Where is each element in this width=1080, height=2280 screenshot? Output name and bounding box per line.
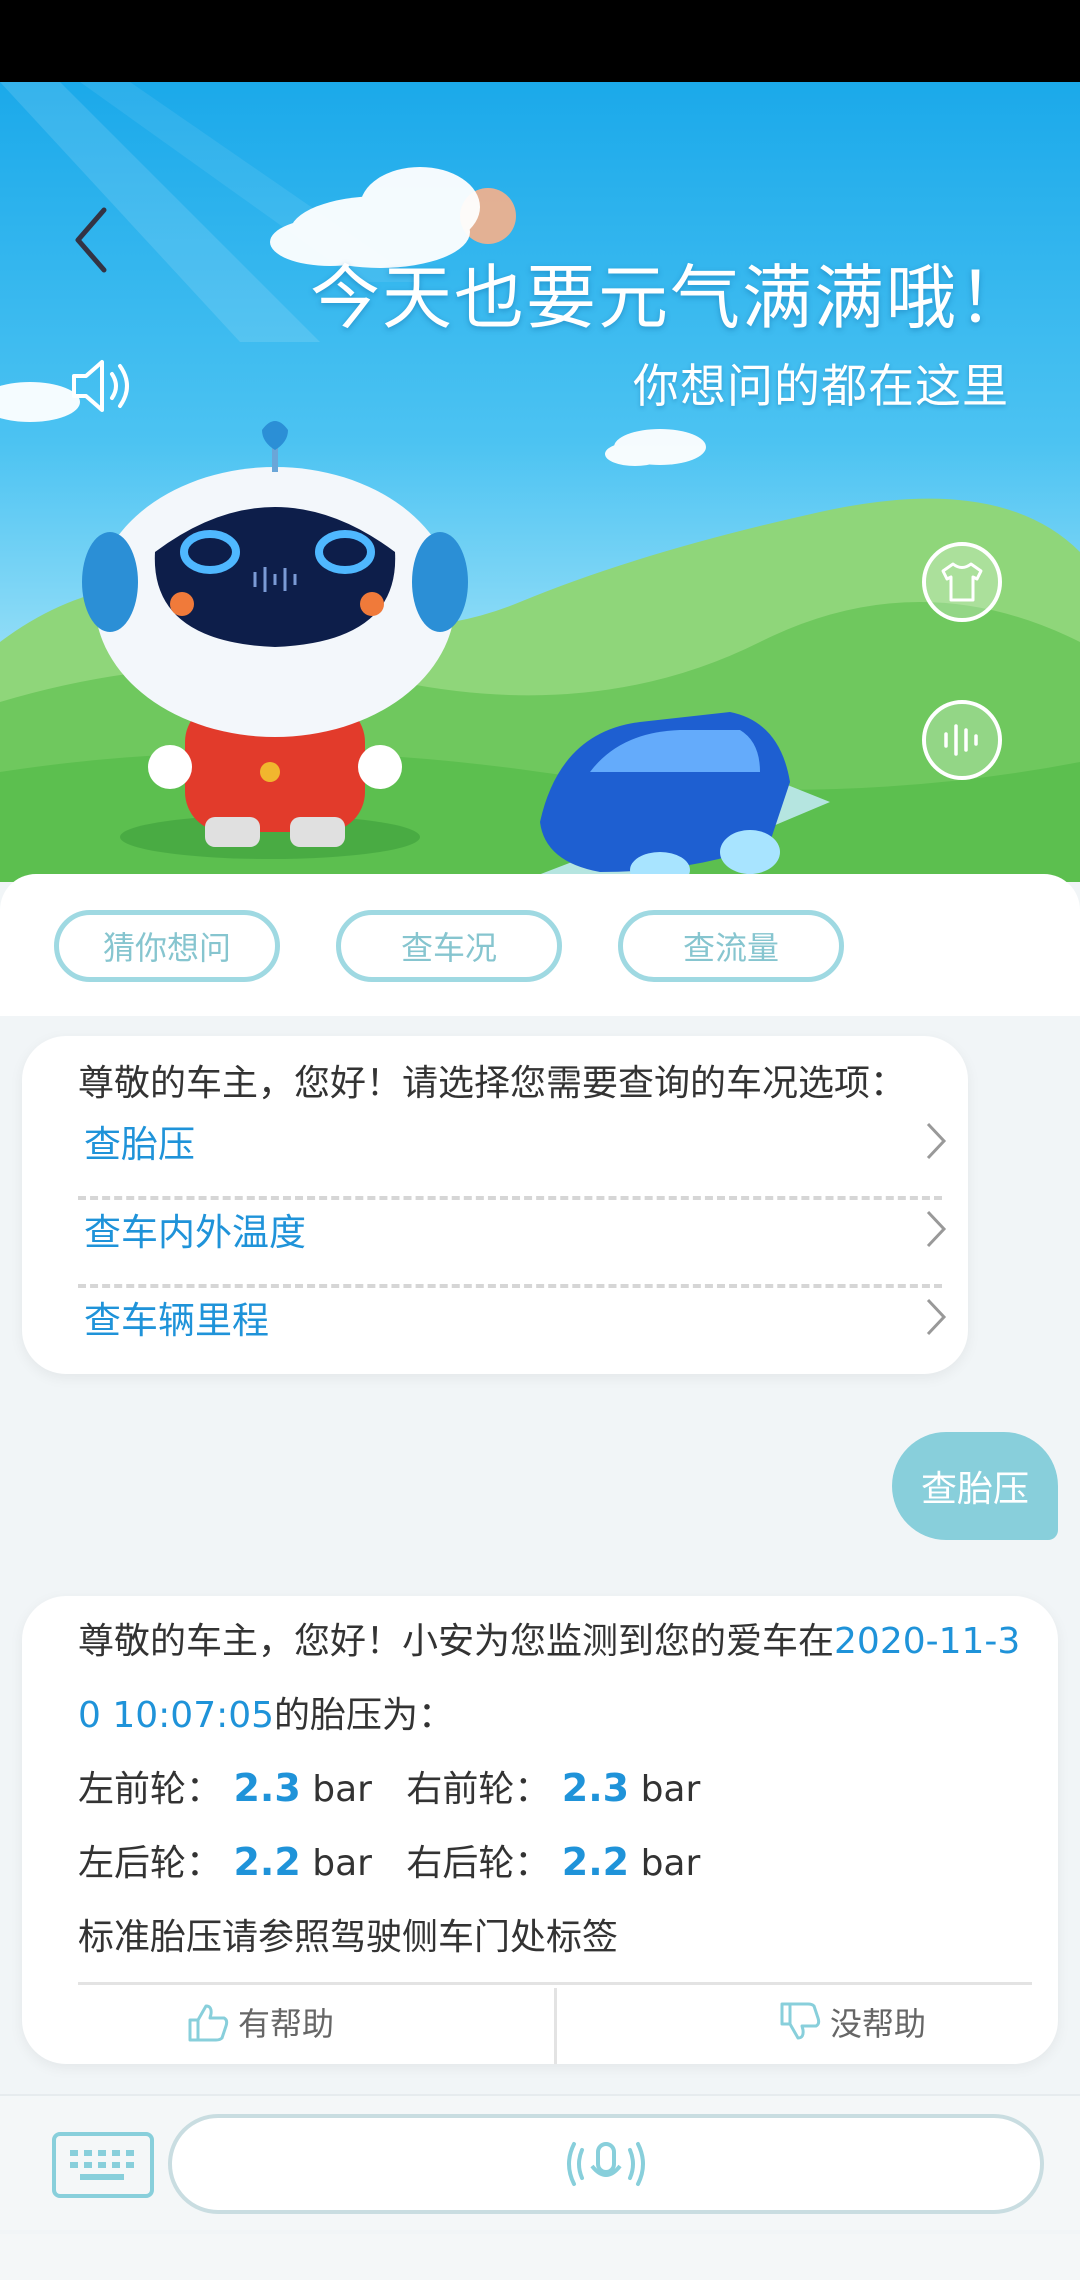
rear-left-value: 2.2 (233, 1840, 301, 1884)
reply-line-2: 0 10:07:05的胎压为： (78, 1686, 454, 1738)
divider (554, 1988, 557, 2064)
status-bar (0, 0, 1080, 82)
keyboard-toggle-button[interactable] (52, 2132, 154, 2198)
not-helpful-button[interactable]: 没帮助 (778, 1992, 926, 2052)
front-tires-row: 左前轮： 2.3 bar 右前轮： 2.3 bar (78, 1760, 700, 1812)
reply-text: 的胎压为： (274, 1695, 455, 1736)
voice-mode-button[interactable] (922, 700, 1002, 780)
not-helpful-label: 没帮助 (830, 2005, 927, 2043)
system-nav-bar (0, 2234, 1080, 2280)
user-message-bubble: 查胎压 (892, 1432, 1058, 1540)
reply-note: 标准胎压请参照驾驶侧车门处标签 (78, 1917, 619, 1958)
front-left-value: 2.3 (233, 1766, 301, 1810)
reply-line-1: 尊敬的车主，您好！小安为您监测到您的爱车在2020-11-3 (78, 1612, 1020, 1664)
shirt-icon (941, 562, 983, 602)
helpful-label: 有帮助 (238, 2005, 335, 2043)
thumbs-down-icon (780, 2002, 821, 2040)
hero-scenery (0, 82, 1080, 882)
chevron-right-icon (926, 1122, 947, 1160)
option-tire-pressure[interactable]: 查胎压 (78, 1098, 962, 1184)
divider (78, 1982, 1032, 1985)
unit: bar (312, 1843, 372, 1884)
option-mileage[interactable]: 查车辆里程 (78, 1274, 962, 1360)
tab-guess-question[interactable]: 猜你想问 (54, 910, 280, 982)
reply-text: 尊敬的车主，您好！小安为您监测到您的爱车在 (78, 1621, 835, 1662)
unit: bar (640, 1769, 701, 1810)
hero-subtitle: 你想问的都在这里 (633, 359, 1009, 413)
bot-reply-message: 尊敬的车主，您好！小安为您监测到您的爱车在2020-11-3 0 10:07:0… (22, 1596, 1058, 2064)
thumbs-up-icon (188, 2004, 229, 2042)
reply-timestamp: 2020-11-3 (834, 1621, 1021, 1662)
tab-check-vehicle[interactable]: 查车况 (336, 910, 562, 982)
option-label: 查车内外温度 (84, 1211, 306, 1254)
voice-wave-icon (944, 724, 978, 756)
unit: bar (312, 1769, 372, 1810)
front-right-label: 右前轮： (406, 1769, 551, 1810)
option-label: 查车辆里程 (84, 1299, 269, 1342)
speaker-icon[interactable] (68, 354, 140, 418)
chevron-right-icon (926, 1298, 947, 1336)
front-left-label: 左前轮： (78, 1769, 223, 1810)
chevron-right-icon (926, 1210, 947, 1248)
unit: bar (640, 1843, 701, 1884)
input-bar (0, 2094, 1080, 2230)
rear-right-value: 2.2 (561, 1840, 630, 1884)
quick-tabs-bar: 猜你想问 查车况 查流量 (0, 874, 1080, 1016)
option-label: 查胎压 (84, 1123, 195, 1166)
rear-left-label: 左后轮： (78, 1843, 223, 1884)
tab-check-data[interactable]: 查流量 (618, 910, 844, 982)
hero-title: 今天也要元气满满哦！ (310, 257, 1030, 339)
rear-tires-row: 左后轮： 2.2 bar 右后轮： 2.2 bar (78, 1834, 700, 1886)
reply-timestamp-cont: 0 10:07:05 (78, 1695, 275, 1736)
keyboard-icon (70, 2150, 134, 2180)
hero-banner: 今天也要元气满满哦！ 你想问的都在这里 (0, 82, 1080, 882)
microphone-icon (567, 2142, 645, 2186)
helpful-button[interactable]: 有帮助 (186, 1992, 334, 2052)
back-chevron-icon[interactable] (68, 200, 120, 280)
option-temperature[interactable]: 查车内外温度 (78, 1186, 962, 1272)
hold-to-talk-button[interactable] (168, 2114, 1044, 2214)
rear-right-label: 右后轮： (406, 1843, 551, 1884)
front-right-value: 2.3 (561, 1766, 630, 1810)
bot-menu-message: 尊敬的车主，您好！请选择您需要查询的车况选项： 查胎压 查车内外温度 查车辆里程 (22, 1036, 968, 1374)
outfit-button[interactable] (922, 542, 1002, 622)
